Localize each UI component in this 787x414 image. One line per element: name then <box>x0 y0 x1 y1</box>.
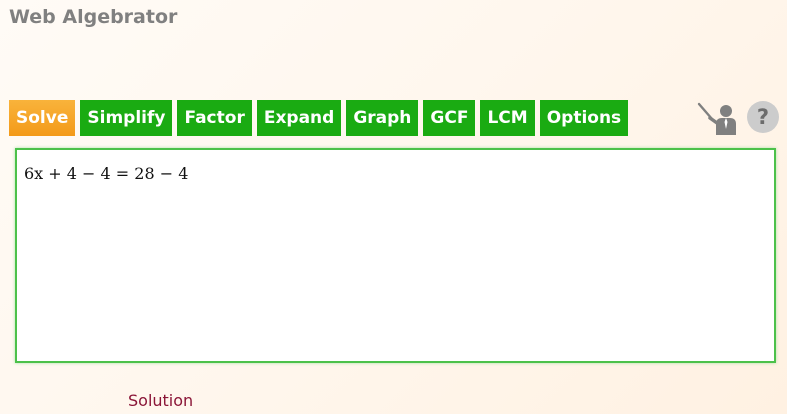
solution-label: Solution <box>128 391 194 410</box>
graph-button[interactable]: Graph <box>346 100 419 136</box>
gcf-button[interactable]: GCF <box>423 100 476 136</box>
teacher-presenter-icon[interactable] <box>697 101 739 135</box>
expand-button[interactable]: Expand <box>256 100 342 136</box>
expression-editor[interactable]: 6x + 4 − 4 = 28 − 4 <box>15 148 776 363</box>
expression-text[interactable]: 6x + 4 − 4 = 28 − 4 <box>24 164 767 183</box>
help-question-icon[interactable]: ? <box>747 101 779 133</box>
factor-button[interactable]: Factor <box>177 100 252 136</box>
app-title: Web Algebrator <box>9 6 178 28</box>
simplify-button[interactable]: Simplify <box>80 100 173 136</box>
toolbar: Solve Simplify Factor Expand Graph GCF L… <box>9 100 629 136</box>
lcm-button[interactable]: LCM <box>480 100 535 136</box>
options-button[interactable]: Options <box>539 100 629 136</box>
solve-button[interactable]: Solve <box>9 100 76 136</box>
